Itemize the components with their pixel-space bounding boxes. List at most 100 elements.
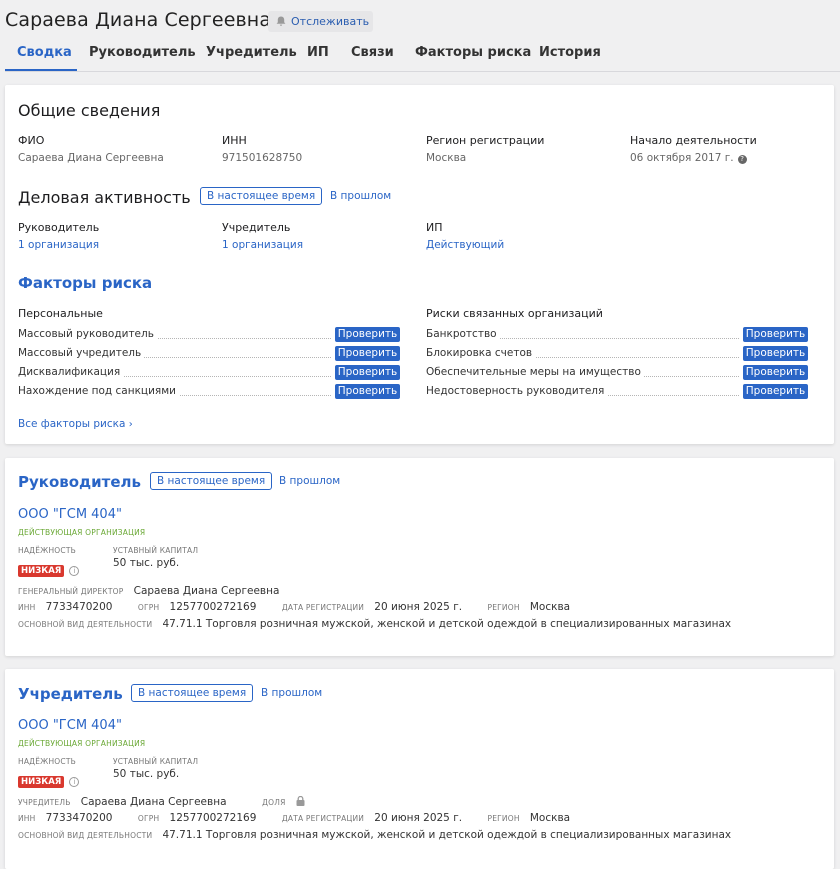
- general-title: Общие сведения: [18, 101, 161, 120]
- manager-reg-label: ДАТА РЕГИСТРАЦИИ: [281, 603, 365, 612]
- check-risk-button[interactable]: Проверить: [335, 346, 400, 361]
- check-risk-button[interactable]: Проверить: [335, 384, 400, 399]
- help-icon[interactable]: ?: [737, 155, 747, 164]
- risk-row: Массовый руководитель Проверить: [18, 327, 400, 343]
- risks-related-title: Риски связанных организаций: [426, 307, 603, 320]
- manager-card: Руководитель В настоящее время В прошлом…: [5, 458, 834, 656]
- manager-reliability-label: НАДЁЖНОСТЬ: [18, 546, 76, 555]
- founder-toggle-past[interactable]: В прошлом: [261, 687, 322, 699]
- activity-toggle-past[interactable]: В прошлом: [330, 190, 391, 202]
- founder-region-label: РЕГИОН: [487, 814, 520, 823]
- active-tab-indicator: [5, 69, 77, 71]
- summary-card: Общие сведения ФИО Сараева Диана Сергеев…: [5, 85, 834, 444]
- tab-ip[interactable]: ИП: [307, 45, 329, 60]
- bell-icon: [276, 16, 286, 26]
- founder-org-status: ДЕЙСТВУЮЩАЯ ОРГАНИЗАЦИЯ: [18, 739, 146, 748]
- check-risk-button[interactable]: Проверить: [743, 346, 808, 361]
- chevron-right-icon: ›: [128, 419, 133, 430]
- founder-reliability: НИЗКАЯ i: [18, 769, 80, 788]
- founder-okved-value: 47.71.1 Торговля розничная мужской, женс…: [162, 829, 732, 841]
- manager-toggle-past[interactable]: В прошлом: [279, 475, 340, 487]
- manager-ogrn-label: ОГРН: [137, 603, 160, 612]
- manager-inn-label: ИНН: [18, 603, 36, 612]
- check-risk-button[interactable]: Проверить: [335, 327, 400, 342]
- founder-inn-label: ИНН: [18, 814, 36, 823]
- manager-toggle-now[interactable]: В настоящее время: [150, 472, 273, 490]
- risk-label: Массовый руководитель: [18, 328, 157, 340]
- risk-row: Нахождение под санкциями Проверить: [18, 384, 400, 400]
- inn-value: 971501628750: [222, 152, 303, 164]
- founder-capital-value: 50 тыс. руб.: [113, 768, 180, 780]
- tabs-bar: Сводка Руководитель Учредитель ИП Связи …: [5, 36, 840, 72]
- risk-row: Банкротство Проверить: [426, 327, 808, 343]
- risk-label: Дисквалификация: [18, 366, 124, 378]
- tab-risk-factors[interactable]: Факторы риска: [415, 45, 531, 60]
- follow-label: Отслеживать: [291, 15, 370, 28]
- founder-card-title[interactable]: Учредитель: [18, 685, 123, 703]
- risk-label: Банкротство: [426, 328, 500, 340]
- tab-summary[interactable]: Сводка: [17, 45, 72, 60]
- risk-row: Массовый учредитель Проверить: [18, 346, 400, 362]
- manager-okved-value: 47.71.1 Торговля розничная мужской, женс…: [162, 618, 732, 630]
- activity-manager-link[interactable]: 1 организация: [18, 239, 99, 251]
- risk-label: Обеспечительные меры на имущество: [426, 366, 644, 378]
- all-risks-link[interactable]: Все факторы риска ›: [18, 418, 133, 430]
- manager-capital-value: 50 тыс. руб.: [113, 557, 180, 569]
- founder-okved-row: ОСНОВНОЙ ВИД ДЕЯТЕЛЬНОСТИ 47.71.1 Торгов…: [18, 823, 731, 842]
- lock-icon[interactable]: [296, 795, 305, 806]
- reliability-badge: НИЗКАЯ: [18, 565, 65, 577]
- tab-manager[interactable]: Руководитель: [89, 45, 196, 60]
- region-label: Регион регистрации: [426, 134, 545, 147]
- risk-row: Недостоверность руководителя Проверить: [426, 384, 808, 400]
- risks-title[interactable]: Факторы риска: [18, 274, 152, 292]
- info-icon[interactable]: i: [69, 777, 80, 787]
- manager-org-status: ДЕЙСТВУЮЩАЯ ОРГАНИЗАЦИЯ: [18, 528, 146, 537]
- page-title: Сараева Диана Сергеевна: [5, 9, 272, 31]
- activity-founder-label: Учредитель: [222, 221, 291, 234]
- risks-personal-title: Персональные: [18, 307, 103, 320]
- inn-label: ИНН: [222, 134, 247, 147]
- check-risk-button[interactable]: Проверить: [743, 327, 808, 342]
- manager-okved-label: ОСНОВНОЙ ВИД ДЕЯТЕЛЬНОСТИ: [18, 620, 153, 629]
- check-risk-button[interactable]: Проверить: [743, 384, 808, 399]
- risk-label: Блокировка счетов: [426, 347, 536, 359]
- check-risk-button[interactable]: Проверить: [335, 365, 400, 380]
- manager-card-title[interactable]: Руководитель: [18, 473, 141, 491]
- all-risks-label: Все факторы риска: [18, 418, 126, 430]
- risk-row: Обеспечительные меры на имущество Провери…: [426, 365, 808, 381]
- founder-card: Учредитель В настоящее время В прошлом О…: [5, 669, 834, 869]
- manager-reliability: НИЗКАЯ i: [18, 558, 80, 577]
- start-label: Начало деятельности: [630, 134, 757, 147]
- manager-region-label: РЕГИОН: [487, 603, 520, 612]
- fio-label: ФИО: [18, 134, 45, 147]
- check-risk-button[interactable]: Проверить: [743, 365, 808, 380]
- activity-ip-label: ИП: [426, 221, 443, 234]
- start-value-wrap: 06 октября 2017 г.?: [630, 152, 747, 164]
- info-icon[interactable]: i: [69, 566, 80, 576]
- founder-org-name[interactable]: ООО "ГСМ 404": [18, 718, 122, 733]
- risk-label: Массовый учредитель: [18, 347, 145, 359]
- tab-connections[interactable]: Связи: [351, 45, 394, 60]
- manager-capital-label: УСТАВНЫЙ КАПИТАЛ: [113, 546, 199, 555]
- founder-capital-label: УСТАВНЫЙ КАПИТАЛ: [113, 757, 199, 766]
- manager-okved-row: ОСНОВНОЙ ВИД ДЕЯТЕЛЬНОСТИ 47.71.1 Торгов…: [18, 612, 731, 631]
- founder-toggle-now[interactable]: В настоящее время: [131, 684, 254, 702]
- activity-founder-link[interactable]: 1 организация: [222, 239, 303, 251]
- risk-label: Недостоверность руководителя: [426, 385, 608, 397]
- tab-history[interactable]: История: [539, 45, 601, 60]
- follow-button[interactable]: Отслеживать: [268, 11, 373, 32]
- activity-manager-label: Руководитель: [18, 221, 100, 234]
- activity-ip-link[interactable]: Действующий: [426, 239, 504, 251]
- fio-value: Сараева Диана Сергеевна: [18, 152, 164, 164]
- start-value: 06 октября 2017 г.: [630, 152, 734, 164]
- risk-row: Дисквалификация Проверить: [18, 365, 400, 381]
- founder-reliability-label: НАДЁЖНОСТЬ: [18, 757, 76, 766]
- manager-org-name[interactable]: ООО "ГСМ 404": [18, 507, 122, 522]
- risk-label: Нахождение под санкциями: [18, 385, 179, 397]
- region-value: Москва: [426, 152, 467, 164]
- activity-title: Деловая активность: [18, 188, 191, 207]
- activity-toggle-now[interactable]: В настоящее время: [200, 187, 323, 205]
- founder-okved-label: ОСНОВНОЙ ВИД ДЕЯТЕЛЬНОСТИ: [18, 831, 153, 840]
- tab-founder[interactable]: Учредитель: [206, 45, 297, 60]
- founder-reg-label: ДАТА РЕГИСТРАЦИИ: [281, 814, 365, 823]
